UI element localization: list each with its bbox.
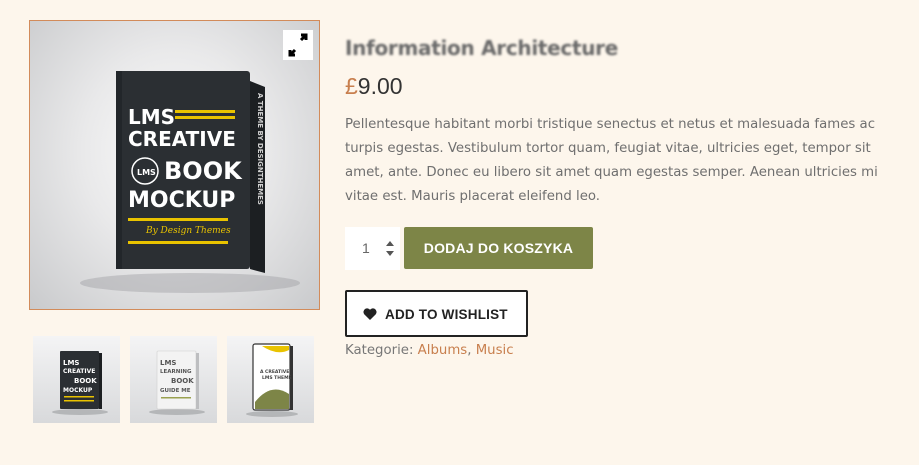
price-amount: 9.00 [357, 73, 403, 99]
wishlist-label: ADD TO WISHLIST [385, 307, 508, 322]
svg-text:A CREATIVE: A CREATIVE [260, 369, 289, 375]
cover-line2: CREATIVE [128, 127, 236, 151]
thumbnail-book-image: LMS LEARNING BOOK GUIDE ME [149, 350, 205, 415]
svg-text:CREATIVE: CREATIVE [63, 368, 95, 375]
category-link-albums[interactable]: Albums [418, 343, 468, 358]
thumbnail-3[interactable]: A CREATIVE LMS THEME [227, 336, 314, 423]
product-categories: Kategorie: Albums, Music [345, 343, 514, 358]
svg-text:LEARNING: LEARNING [160, 369, 192, 375]
quantity-value[interactable]: 1 [362, 240, 370, 256]
expand-icon [288, 33, 308, 57]
product-description: Pellentesque habitant morbi tristique se… [345, 117, 878, 204]
quantity-stepper[interactable]: 1 [345, 227, 400, 270]
thumbnail-2[interactable]: LMS LEARNING BOOK GUIDE ME [130, 336, 217, 423]
currency-symbol: £ [345, 73, 358, 99]
stepper-arrows-icon[interactable] [385, 240, 395, 258]
thumbnail-1[interactable]: LMS CREATIVE BOOK MOCKUP [33, 336, 120, 423]
cover-byline: By Design Themes [145, 226, 231, 236]
product-title: Information Architecture [345, 36, 618, 60]
zoom-button[interactable] [283, 30, 313, 60]
svg-text:LMS: LMS [160, 359, 176, 367]
product-price: £9.00 [345, 73, 403, 100]
svg-text:MOCKUP: MOCKUP [63, 387, 93, 394]
cover-line4: MOCKUP [128, 188, 235, 213]
categories-label: Kategorie: [345, 343, 414, 358]
cover-badge: LMS [137, 168, 156, 177]
thumbnail-book-image: A CREATIVE LMS THEME [246, 343, 298, 417]
svg-text:LMS: LMS [63, 359, 79, 367]
product-main-image[interactable]: LMS CREATIVE LMS BOOK MOCKUP By Design T… [29, 20, 320, 310]
book-cover-image: LMS CREATIVE LMS BOOK MOCKUP By Design T… [80, 71, 300, 293]
svg-text:BOOK: BOOK [171, 377, 194, 385]
svg-text:LMS THEME: LMS THEME [262, 375, 292, 381]
cover-line3: BOOK [164, 157, 243, 185]
cover-spine-text: A THEME BY DESIGNTHEMES [256, 93, 264, 205]
svg-text:GUIDE ME: GUIDE ME [160, 388, 191, 394]
thumbnail-book-image: LMS CREATIVE BOOK MOCKUP [52, 351, 108, 415]
add-to-wishlist-button[interactable]: ADD TO WISHLIST [345, 290, 528, 337]
svg-text:BOOK: BOOK [74, 377, 97, 385]
category-separator: , [467, 343, 472, 358]
heart-icon [363, 308, 377, 320]
category-link-music[interactable]: Music [476, 343, 514, 358]
cover-line1: LMS [128, 105, 175, 129]
add-to-cart-button[interactable]: DODAJ DO KOSZYKA [404, 227, 593, 269]
